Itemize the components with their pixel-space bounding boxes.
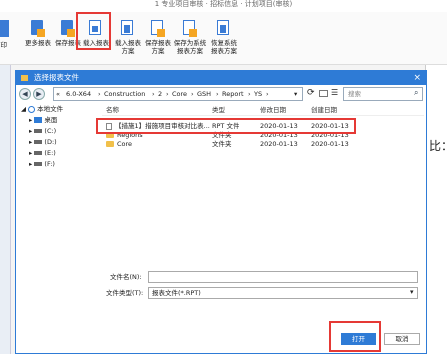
path-box[interactable]: « 6.0-X64 › Construction › 2 › Core › GS… — [53, 87, 303, 101]
background-doc-fragment: 比： — [429, 139, 447, 153]
print-button-partial[interactable]: 打印 — [0, 16, 12, 60]
save-report-icon — [61, 20, 75, 37]
breadcrumb-sep: › — [191, 90, 194, 98]
tree-item-drive-f[interactable]: ▸ (F:) — [29, 160, 55, 169]
drive-icon — [34, 140, 43, 144]
view-options-icon[interactable]: ☰ — [331, 88, 338, 97]
tree-item-desktop[interactable]: ▸ 桌面 — [29, 116, 57, 125]
highlight-open-button — [329, 321, 381, 352]
breadcrumb-sep: › — [266, 90, 269, 98]
breadcrumb-item[interactable]: Core — [172, 90, 187, 98]
tree-item-local-files[interactable]: ◢ 本地文件 — [21, 105, 63, 114]
breadcrumb-sep: › — [216, 90, 219, 98]
breadcrumb-sep: › — [152, 90, 155, 98]
column-header-type[interactable]: 类型 — [212, 105, 225, 115]
save-system-scheme-icon — [183, 20, 197, 37]
tree-item-label: (D:) — [44, 138, 57, 146]
breadcrumb-sep: › — [166, 90, 169, 98]
folder-icon — [106, 141, 114, 147]
save-scheme-label: 保存报表 方案 — [145, 39, 171, 55]
file-open-dialog: 选择报表文件 × ◀ ▶ « 6.0-X64 › Construction › … — [15, 70, 427, 354]
folder-row[interactable]: Core 文件夹 2020-01-13 2020-01-13 — [102, 140, 424, 148]
ribbon-toolbar: 打印 更多报表 保存报表 载入报表 载入报表 方案 保存报表 方案 保存为系统 … — [0, 12, 447, 65]
tree-item-label: (E:) — [44, 149, 56, 157]
chevron-down-icon[interactable]: ▾ — [294, 90, 297, 98]
breadcrumb-sep: › — [98, 90, 101, 98]
column-header-name[interactable]: 名称 — [106, 105, 119, 115]
search-icon[interactable]: ⌕ — [414, 88, 418, 98]
highlight-load-report — [76, 12, 111, 50]
dialog-title: 选择报表文件 — [34, 73, 79, 82]
back-button[interactable]: ◀ — [19, 88, 31, 100]
tree-item-label: 桌面 — [44, 116, 58, 124]
load-scheme-icon — [121, 20, 135, 37]
file-modified: 2020-01-13 — [260, 140, 298, 148]
breadcrumb-item[interactable]: 2 — [158, 90, 162, 98]
restore-system-scheme-button[interactable]: 恢复系统 报表方案 — [206, 16, 242, 60]
dialog-app-icon — [21, 75, 28, 81]
save-system-scheme-button[interactable]: 保存为系统 报表方案 — [172, 16, 208, 60]
breadcrumb-item[interactable]: GSH — [197, 90, 211, 98]
cancel-button[interactable]: 取消 — [384, 333, 420, 345]
left-tool-strip — [0, 65, 11, 354]
breadcrumb-overflow[interactable]: « — [56, 90, 60, 98]
save-scheme-button[interactable]: 保存报表 方案 — [140, 16, 176, 60]
dialog-titlebar: 选择报表文件 × — [16, 71, 426, 85]
chevron-right-icon: ▸ — [29, 138, 33, 146]
file-created: 2020-01-13 — [311, 140, 349, 148]
file-name: Core — [117, 140, 133, 148]
chevron-right-icon: ▸ — [29, 149, 33, 157]
drive-icon — [34, 129, 43, 133]
filetype-select[interactable]: 报表文件(*.RPT) — [148, 287, 418, 299]
chevron-down-icon: ▾ — [410, 288, 414, 296]
restore-system-scheme-label: 恢复系统 报表方案 — [211, 39, 237, 55]
refresh-icon[interactable]: ⟳ — [307, 88, 315, 98]
tree-item-label: 本地文件 — [37, 105, 64, 113]
restore-system-scheme-icon — [217, 20, 231, 37]
window-title: 1 专业项目审核 · 招标信息 · 计划项目(审核) — [0, 0, 447, 12]
print-label: 打印 — [0, 41, 7, 49]
highlight-selected-file — [96, 118, 356, 134]
close-icon[interactable]: × — [413, 71, 421, 85]
breadcrumb-item[interactable]: Construction — [104, 90, 145, 98]
folder-tree: ◢ 本地文件 ▸ 桌面 ▸ (C:) ▸ (D:) ▸ (E:) ▸ (F:) — [19, 105, 101, 255]
new-folder-icon[interactable] — [319, 90, 328, 97]
chevron-right-icon: ▸ — [29, 127, 33, 135]
tree-item-label: (C:) — [44, 127, 57, 135]
breadcrumb-item[interactable]: YS — [254, 90, 262, 98]
filename-label: 文件名(N): — [110, 273, 142, 281]
save-system-scheme-label: 保存为系统 报表方案 — [173, 39, 207, 55]
chevron-right-icon: ▸ — [29, 116, 33, 124]
background-document: 比： — [425, 65, 447, 354]
file-list-header: 名称 类型 修改日期 创建日期 — [102, 105, 424, 116]
breadcrumb-item[interactable]: 6.0-X64 — [66, 90, 91, 98]
tree-item-drive-e[interactable]: ▸ (E:) — [29, 149, 56, 158]
print-icon — [0, 20, 9, 37]
tree-item-drive-d[interactable]: ▸ (D:) — [29, 138, 57, 147]
breadcrumb-sep: › — [248, 90, 251, 98]
file-type: 文件夹 — [212, 140, 232, 148]
report-more-icon — [31, 20, 45, 37]
globe-icon — [28, 105, 36, 113]
desktop-icon — [34, 117, 43, 123]
drive-icon — [34, 162, 43, 166]
chevron-down-icon: ◢ — [21, 105, 26, 113]
column-header-created[interactable]: 创建日期 — [311, 105, 337, 115]
drive-icon — [34, 151, 43, 155]
filetype-label: 文件类型(T): — [106, 289, 144, 297]
filename-field[interactable] — [148, 271, 418, 283]
column-header-modified[interactable]: 修改日期 — [260, 105, 286, 115]
chevron-right-icon: ▸ — [29, 160, 33, 168]
save-scheme-icon — [151, 20, 165, 37]
breadcrumb-item[interactable]: Report — [222, 90, 244, 98]
forward-button[interactable]: ▶ — [33, 88, 45, 100]
address-bar: ◀ ▶ « 6.0-X64 › Construction › 2 › Core … — [19, 87, 423, 102]
search-input[interactable]: 搜索 — [343, 87, 423, 101]
tree-item-drive-c[interactable]: ▸ (C:) — [29, 127, 56, 136]
tree-item-label: (F:) — [44, 160, 55, 168]
